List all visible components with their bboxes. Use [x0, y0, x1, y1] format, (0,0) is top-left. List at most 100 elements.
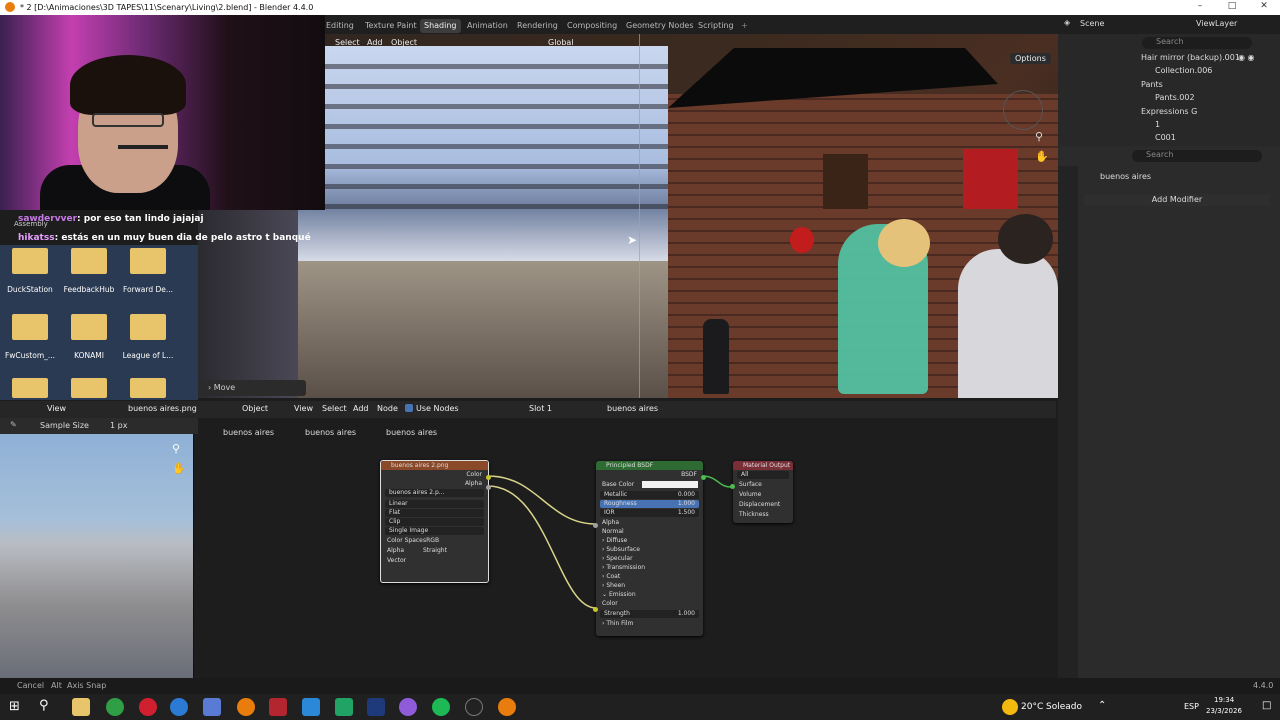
panel-label[interactable]: Coat	[606, 573, 620, 580]
node-menu-add[interactable]: Add	[353, 404, 369, 413]
panel-label[interactable]: Emission	[609, 591, 636, 598]
socket-surface-in[interactable]	[730, 484, 735, 489]
mode-dropdown[interactable]: Object	[242, 404, 268, 413]
outliner-item[interactable]: 1	[1155, 120, 1160, 129]
node-menu-node[interactable]: Node	[377, 404, 398, 413]
zoom-icon[interactable]: ⚲	[1035, 130, 1043, 143]
socket-bsdf-out[interactable]	[701, 475, 706, 480]
viewlayer-selector[interactable]: ViewLayer	[1196, 19, 1237, 28]
alpha-mode-dropdown[interactable]: Straight	[423, 546, 447, 556]
outliner-item[interactable]: Collection.006	[1155, 66, 1212, 75]
folder-label[interactable]: League of L...	[113, 351, 183, 360]
photos-icon[interactable]	[302, 698, 320, 716]
socket-alpha[interactable]	[486, 485, 491, 490]
folder-icon[interactable]	[12, 314, 48, 340]
panel-label[interactable]: Transmission	[606, 564, 645, 571]
tab-editing[interactable]: Editing	[322, 19, 358, 33]
folder-icon[interactable]	[71, 314, 107, 340]
outliner-item[interactable]: Pants	[1141, 80, 1163, 89]
material-selector[interactable]: buenos aires	[607, 404, 658, 413]
viewport-menu-add[interactable]: Add	[367, 38, 383, 47]
app-icon[interactable]	[367, 698, 385, 716]
tab-texture-paint[interactable]: Texture Paint	[361, 19, 421, 33]
panel-label[interactable]: Subsurface	[606, 546, 640, 553]
clock-date[interactable]: 23/3/2026	[1206, 707, 1242, 715]
target-dropdown[interactable]: All	[737, 471, 789, 479]
folder-label[interactable]: Forward De...	[113, 285, 183, 294]
source-dropdown[interactable]: Single Image	[385, 527, 484, 535]
image-file-field[interactable]: buenos aires 2.p...	[385, 489, 484, 497]
visibility-eye-icon[interactable]: ◉ ◉	[1238, 53, 1255, 62]
app-icon[interactable]	[399, 698, 417, 716]
tab-rendering[interactable]: Rendering	[513, 19, 562, 33]
navigation-gizmo[interactable]	[1003, 90, 1043, 130]
folder-icon[interactable]	[130, 248, 166, 274]
folder-icon[interactable]	[71, 378, 107, 398]
orientation-dropdown[interactable]: Global	[548, 38, 574, 47]
tab-shading[interactable]: Shading	[420, 19, 461, 33]
outliner-item[interactable]: Expressions G	[1141, 107, 1197, 116]
base-color-swatch[interactable]	[642, 481, 698, 488]
material-output-node[interactable]: Material Output All Surface Volume Displ…	[730, 461, 793, 523]
tab-geometry-nodes[interactable]: Geometry Nodes	[622, 19, 697, 33]
socket-color[interactable]	[486, 475, 491, 480]
properties-search[interactable]: Search	[1132, 150, 1262, 162]
add-modifier-button[interactable]: Add Modifier	[1084, 194, 1270, 206]
3d-viewport[interactable]	[198, 34, 1058, 398]
image-name-field[interactable]: buenos aires.png	[128, 404, 197, 413]
slot-dropdown[interactable]: Slot 1	[529, 404, 552, 413]
node-menu-select[interactable]: Select	[322, 404, 347, 413]
clock-time[interactable]: 19:34	[1214, 696, 1234, 704]
folder-icon[interactable]	[71, 248, 107, 274]
hand-pan-icon[interactable]: ✋	[172, 462, 186, 475]
chevron-up-icon[interactable]: ⌃	[1098, 700, 1106, 711]
obs-icon[interactable]	[465, 698, 483, 716]
image-view-menu[interactable]: View	[47, 404, 66, 413]
folder-icon[interactable]	[130, 378, 166, 398]
weather-temp[interactable]: 20°C	[1021, 702, 1043, 712]
socket-alpha-in[interactable]	[593, 523, 598, 528]
eyedropper-icon[interactable]: ✎	[10, 420, 17, 429]
color-space-dropdown[interactable]: sRGB	[423, 536, 439, 546]
file-explorer-icon[interactable]	[72, 698, 90, 716]
principled-bsdf-node[interactable]: Principled BSDF BSDF Base Color Metallic…	[593, 461, 706, 636]
panel-label[interactable]: Thin Film	[606, 620, 633, 627]
viewport-menu-object[interactable]: Object	[391, 38, 417, 47]
panel-label[interactable]: Sheen	[606, 582, 625, 589]
weather-sun-icon[interactable]	[1002, 699, 1018, 715]
opera-icon[interactable]	[139, 698, 157, 716]
chrome-icon[interactable]	[106, 698, 124, 716]
scene-selector[interactable]: Scene	[1080, 19, 1104, 28]
viewport-menu-select[interactable]: Select	[335, 38, 360, 47]
use-nodes-checkbox[interactable]	[405, 404, 413, 412]
search-icon[interactable]: ⚲	[39, 698, 49, 713]
outliner-item[interactable]: C001	[1155, 133, 1176, 142]
socket-emission-color-in[interactable]	[593, 607, 598, 612]
last-operator-panel[interactable]: › Move	[200, 380, 306, 396]
windows-start-icon[interactable]: ⊞	[9, 699, 20, 714]
notification-icon[interactable]: □	[1262, 700, 1271, 711]
weather-condition[interactable]: Soleado	[1046, 702, 1082, 712]
tab-animation[interactable]: Animation	[463, 19, 512, 33]
outliner-item[interactable]: Pants.002	[1155, 93, 1195, 102]
outliner-search[interactable]: Search	[1142, 37, 1252, 49]
node-menu-view[interactable]: View	[294, 404, 313, 413]
image-preview[interactable]: ⚲ ✋	[0, 434, 194, 678]
language-indicator[interactable]: ESP	[1184, 702, 1199, 711]
projection-dropdown[interactable]: Flat	[385, 509, 484, 517]
app-icon[interactable]	[203, 698, 221, 716]
outliner-item[interactable]: Hair mirror (backup).001	[1141, 53, 1240, 62]
ior-field[interactable]: IOR 1.500	[600, 509, 699, 517]
extension-dropdown[interactable]: Clip	[385, 518, 484, 526]
folder-icon[interactable]	[12, 378, 48, 398]
add-workspace-icon[interactable]: +	[737, 19, 752, 33]
hand-pan-icon[interactable]: ✋	[1035, 150, 1049, 163]
maximize-icon[interactable]: □	[1216, 1, 1248, 11]
sample-size-value[interactable]: 1 px	[110, 421, 127, 430]
app-icon[interactable]	[335, 698, 353, 716]
zoom-icon[interactable]: ⚲	[172, 442, 180, 455]
image-texture-node[interactable]: buenos aires 2.png Color Alpha buenos ai…	[380, 460, 491, 583]
tab-scripting[interactable]: Scripting	[694, 19, 738, 33]
app-icon[interactable]	[269, 698, 287, 716]
roughness-field[interactable]: Roughness 1.000	[600, 500, 699, 508]
